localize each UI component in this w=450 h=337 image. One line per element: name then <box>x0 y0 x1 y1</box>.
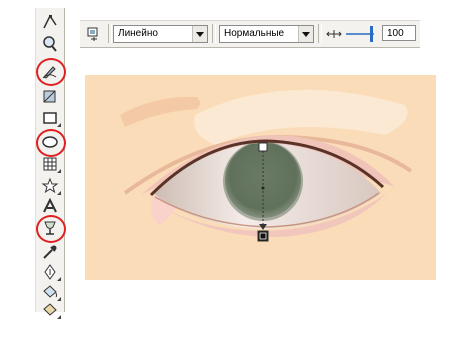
wine-glass-icon <box>44 221 56 235</box>
transparency-midpoint[interactable] <box>261 186 265 190</box>
outline-tool[interactable] <box>38 262 62 282</box>
interactive-fill-tool[interactable] <box>38 300 62 320</box>
merge-mode-value: Нормальные <box>224 28 285 39</box>
property-bar: Линейно Нормальные 100 <box>80 20 420 48</box>
transparency-preset-button[interactable] <box>84 24 104 44</box>
opacity-input[interactable]: 100 <box>382 25 416 41</box>
merge-mode-select[interactable]: Нормальные <box>219 25 314 43</box>
chevron-down-icon[interactable] <box>192 26 207 42</box>
chevron-down-icon[interactable] <box>298 26 313 42</box>
ellipse-icon <box>42 136 58 148</box>
zoom-icon <box>43 36 57 52</box>
midpoint-icon <box>326 27 342 41</box>
rectangle-tool[interactable] <box>38 108 62 128</box>
eyedropper-tool[interactable] <box>38 242 62 262</box>
separator <box>318 24 322 43</box>
opacity-value: 100 <box>387 28 404 39</box>
smart-fill-tool[interactable] <box>38 86 62 106</box>
transparency-type-select[interactable]: Линейно <box>113 25 208 43</box>
ellipse-tool[interactable] <box>36 129 66 157</box>
separator <box>212 24 216 43</box>
eyedropper-icon <box>43 245 57 259</box>
graph-paper-tool[interactable] <box>38 154 62 174</box>
transparency-type-value: Линейно <box>118 28 158 39</box>
toolbox <box>35 8 66 319</box>
transparency-end-handle[interactable] <box>257 230 269 242</box>
interactive-transparency-tool[interactable] <box>36 215 66 243</box>
slider-thumb[interactable] <box>370 26 373 42</box>
opacity-slider[interactable] <box>346 25 376 43</box>
polygon-tool[interactable] <box>38 176 62 196</box>
transparency-preset-icon <box>87 27 98 41</box>
freehand-tool[interactable] <box>36 58 66 86</box>
transparency-start-handle[interactable] <box>258 142 268 152</box>
separator <box>108 24 112 43</box>
text-a-icon <box>43 197 57 213</box>
freehand-pencil-icon <box>42 66 57 79</box>
smart-fill-icon <box>43 90 56 103</box>
shape-tool[interactable] <box>38 12 62 32</box>
shape-edit-icon <box>43 14 57 29</box>
fill-tool[interactable] <box>38 282 62 302</box>
drawing-canvas[interactable] <box>85 75 436 280</box>
text-tool[interactable] <box>38 196 62 216</box>
zoom-tool[interactable] <box>38 34 62 54</box>
